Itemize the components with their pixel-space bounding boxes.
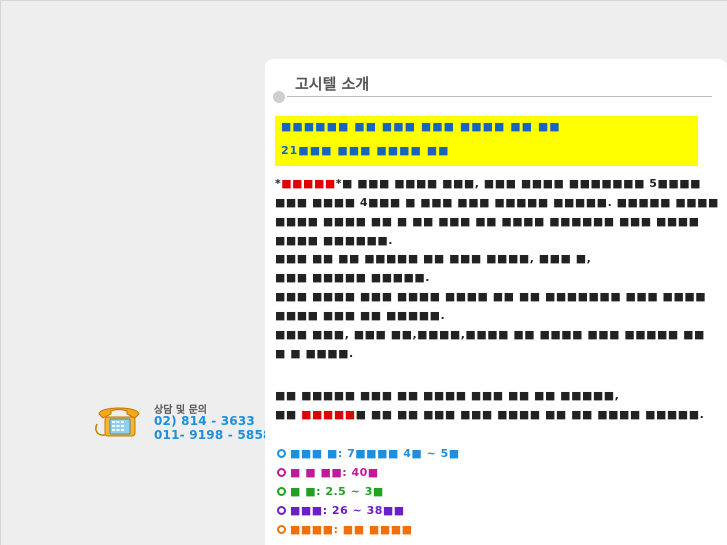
highlight-line-2: 21■■■ ■■■ ■■■■ ■■ bbox=[281, 144, 450, 157]
circle-bullet-icon bbox=[277, 525, 286, 534]
contact-phone-2[interactable]: 011- 9198 - 5858 bbox=[154, 428, 272, 442]
spec-label: ■■■ ■ bbox=[290, 447, 338, 460]
intro-paragraph: *■■■■■*■ ■■■ ■■■■ ■■■, ■■■ ■■■■ ■■■■■■■ … bbox=[275, 174, 719, 250]
header-dot-icon bbox=[273, 91, 285, 103]
highlight-box: ■■■■■■ ■■ ■■■ ■■■ ■■■■ ■■ ■■ 21■■■ ■■■ ■… bbox=[275, 116, 698, 166]
spec-value: : 40■ bbox=[342, 466, 379, 479]
spec-label: ■ ■ bbox=[290, 485, 317, 498]
facilities-line-4: ■■■ ■■■, ■■■ ■■,■■■■,■■■■ ■■ ■■■■ ■■■ ■■… bbox=[275, 328, 705, 360]
circle-bullet-icon bbox=[277, 449, 286, 458]
closing-line-2: ■■ ■■■■■■ ■■ ■■ ■■■ ■■■ ■■■■ ■■ ■■ ■■■■ … bbox=[275, 405, 719, 424]
spec-item: ■ ■ ■■ : 40■ bbox=[277, 463, 717, 482]
closing-text: ■ ■■ ■■ ■■■ ■■■ ■■■■ ■■ ■■ ■■■■ ■■■■■. bbox=[355, 408, 705, 421]
closing-paragraph: ■■ ■■■■■ ■■■ ■■ ■■■■ ■■■ ■■ ■■ ■■■■■, ■■… bbox=[275, 386, 719, 424]
intro-text: *■ ■■■ ■■■■ ■■■, ■■■ ■■■■ ■■■■■■■ 5■■■■ … bbox=[275, 177, 719, 247]
facilities-line-1: ■■■ ■■ ■■ ■■■■■ ■■ ■■■ ■■■■, ■■■ ■, bbox=[275, 252, 592, 265]
spec-value: : 2.5 ~ 3■ bbox=[316, 485, 384, 498]
spec-item: ■■■■ : ■■ ■■■■ bbox=[277, 520, 717, 539]
spec-label: ■■■ bbox=[290, 504, 323, 517]
frame-top-border bbox=[0, 0, 727, 1]
panel-header: 고시텔 소개 bbox=[265, 59, 727, 103]
spec-item: ■■■ ■ : 7■■■■ 4■ ~ 5■ bbox=[277, 444, 717, 463]
telephone-icon bbox=[95, 407, 140, 437]
spec-label: ■■■■ bbox=[290, 523, 334, 536]
spec-list: ■■■ ■ : 7■■■■ 4■ ~ 5■ ■ ■ ■■ : 40■ ■ ■ :… bbox=[277, 444, 717, 539]
spec-item: ■■■ : 26 ~ 38■■ bbox=[277, 501, 717, 520]
spec-label: ■ ■ ■■ bbox=[290, 466, 343, 479]
contact-block: 상담 및 문의 02) 814 - 3633 011- 9198 - 5858 bbox=[93, 400, 271, 445]
spec-value: : ■■ ■■■■ bbox=[333, 523, 413, 536]
circle-bullet-icon bbox=[277, 506, 286, 515]
content-panel: 고시텔 소개 ■■■■■■ ■■ ■■■ ■■■ ■■■■ ■■ ■■ 21■■… bbox=[265, 59, 727, 545]
intro-red-text: ■■■■■ bbox=[281, 177, 336, 190]
closing-prefix: ■■ bbox=[275, 408, 297, 421]
contact-phone-1[interactable]: 02) 814 - 3633 bbox=[154, 414, 255, 428]
facilities-line-2: ■■■ ■■■■■ ■■■■■. bbox=[275, 271, 430, 284]
spec-value: : 7■■■■ 4■ ~ 5■ bbox=[337, 447, 460, 460]
spec-item: ■ ■ : 2.5 ~ 3■ bbox=[277, 482, 717, 501]
closing-line-1: ■■ ■■■■■ ■■■ ■■ ■■■■ ■■■ ■■ ■■ ■■■■■, bbox=[275, 389, 620, 402]
frame-left-border bbox=[0, 0, 1, 545]
circle-bullet-icon bbox=[277, 468, 286, 477]
highlight-line-1: ■■■■■■ ■■ ■■■ ■■■ ■■■■ ■■ ■■ bbox=[281, 120, 561, 133]
closing-red-text: ■■■■■ bbox=[301, 408, 356, 421]
page-title: 고시텔 소개 bbox=[295, 75, 370, 93]
header-divider bbox=[287, 96, 712, 97]
facilities-line-3: ■■■ ■■■■ ■■■ ■■■■ ■■■■ ■■ ■■ ■■■■■■■ ■■■… bbox=[275, 290, 707, 322]
facilities-paragraph: ■■■ ■■ ■■ ■■■■■ ■■ ■■■ ■■■■, ■■■ ■, ■■■ … bbox=[275, 249, 719, 363]
circle-bullet-icon bbox=[277, 487, 286, 496]
spec-value: : 26 ~ 38■■ bbox=[322, 504, 405, 517]
